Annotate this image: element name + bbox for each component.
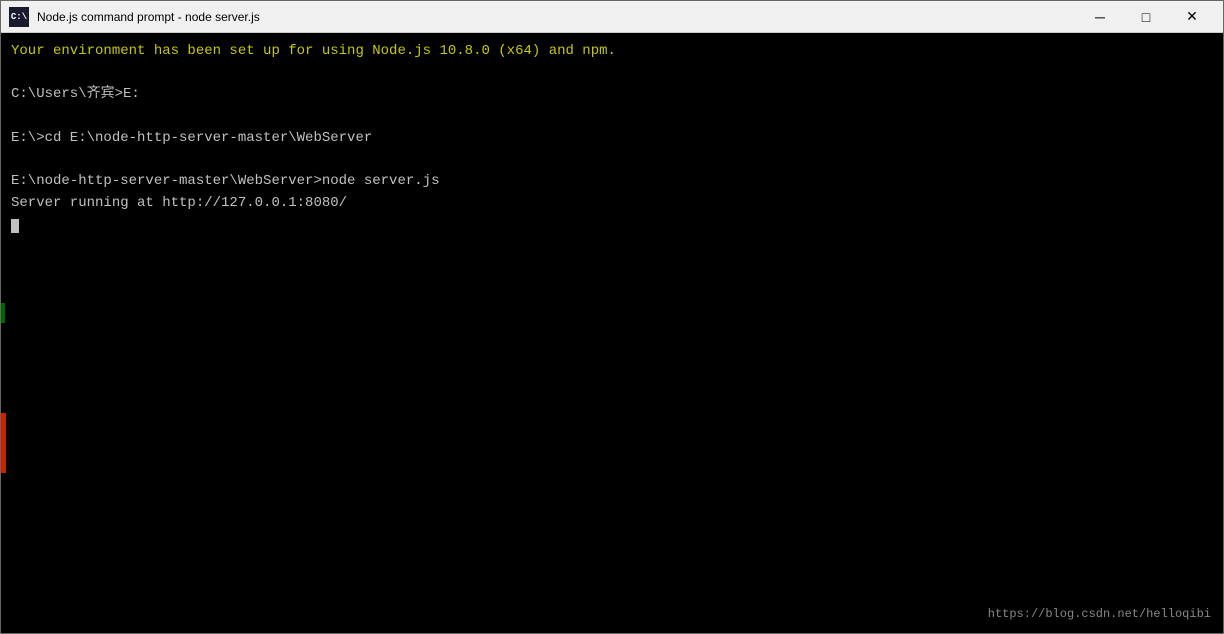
maximize-button[interactable]: □ xyxy=(1123,1,1169,33)
minimize-button[interactable]: ─ xyxy=(1077,1,1123,33)
terminal-body[interactable]: Your environment has been set up for usi… xyxy=(1,33,1223,633)
terminal-line-0: Your environment has been set up for usi… xyxy=(11,41,1213,63)
terminal-line-3 xyxy=(11,106,1213,128)
terminal-line-2: C:\Users\齐宾>E: xyxy=(11,84,1213,106)
terminal-cursor-line xyxy=(11,215,1213,237)
window-title: Node.js command prompt - node server.js xyxy=(37,10,1077,24)
terminal-line-4: E:\>cd E:\node-http-server-master\WebSer… xyxy=(11,128,1213,150)
left-accent-green xyxy=(1,303,5,323)
title-bar: C:\ Node.js command prompt - node server… xyxy=(1,1,1223,33)
terminal-line-5 xyxy=(11,149,1213,171)
watermark: https://blog.csdn.net/helloqibi xyxy=(988,605,1211,623)
cursor xyxy=(11,219,19,233)
terminal-line-7: Server running at http://127.0.0.1:8080/ xyxy=(11,193,1213,215)
terminal-window: C:\ Node.js command prompt - node server… xyxy=(0,0,1224,634)
app-icon: C:\ xyxy=(9,7,29,27)
left-accent-red xyxy=(1,413,6,473)
close-button[interactable]: ✕ xyxy=(1169,1,1215,33)
terminal-line-1 xyxy=(11,63,1213,85)
terminal-line-6: E:\node-http-server-master\WebServer>nod… xyxy=(11,171,1213,193)
window-controls: ─ □ ✕ xyxy=(1077,1,1215,33)
